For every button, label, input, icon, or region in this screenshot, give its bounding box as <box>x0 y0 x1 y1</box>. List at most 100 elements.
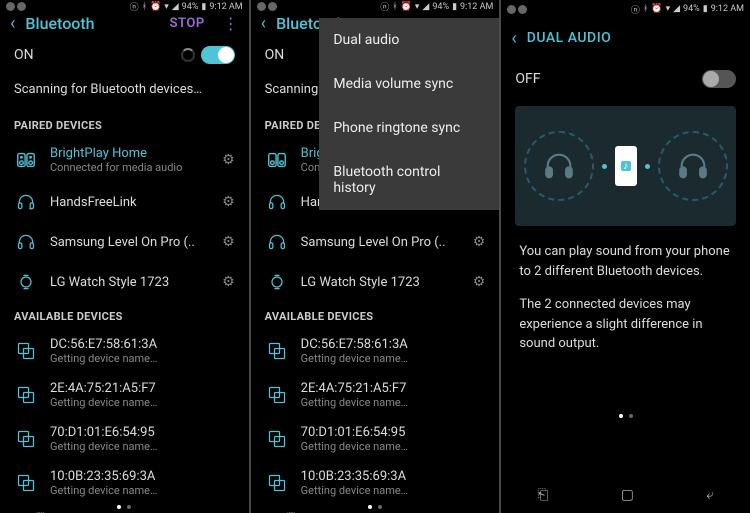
pager <box>0 505 249 509</box>
toggle-switch[interactable] <box>201 46 235 64</box>
battery-icon: ▮ <box>201 2 206 12</box>
paired-device[interactable]: Samsung Level On Pro (.. ⚙ <box>251 222 500 262</box>
signal-icon: ◢ <box>422 2 429 12</box>
available-header: AVAILABLE DEVICES <box>251 302 500 329</box>
connector-dot <box>645 164 650 169</box>
screen-bluetooth: ⓝ ᚼ ⏰ ▾ ◢ 94% ▮ 9:12 AM ‹ Bluetooth STOP… <box>0 0 249 513</box>
device-name: 70:D1:01:E6:54:95 <box>50 425 235 440</box>
signal-icon: ◢ <box>172 2 179 12</box>
nav-bar: ⎗ ▢ ⤶ <box>501 477 750 513</box>
overflow-menu: Dual audio Media volume sync Phone ringt… <box>319 18 499 210</box>
gear-icon[interactable]: ⚙ <box>473 234 486 250</box>
device-sub: Connected for media audio <box>50 161 210 174</box>
device-name: BrightPlay Home <box>50 146 210 161</box>
watch-icon <box>265 270 289 294</box>
bluetooth-icon: ᚼ <box>142 2 147 12</box>
speaker-icon <box>265 148 289 172</box>
alarm-icon: ⏰ <box>651 4 662 14</box>
header: ‹ Bluetooth STOP ⋮ <box>0 13 249 34</box>
mirror-icon <box>14 383 38 407</box>
alarm-icon: ⏰ <box>401 2 412 12</box>
headset-icon <box>14 190 38 214</box>
device-name: DC:56:E7:58:61:3A <box>50 337 235 352</box>
gear-icon[interactable]: ⚙ <box>222 274 235 290</box>
status-bar: ⓝ ᚼ ⏰ ▾ ◢ 94% ▮ 9:12 AM <box>251 0 500 13</box>
device-name: HandsFreeLink <box>50 195 210 210</box>
menu-phone-ringtone-sync[interactable]: Phone ringtone sync <box>319 106 499 150</box>
paired-device[interactable]: LG Watch Style 1723 ⚙ <box>251 262 500 302</box>
screen-bluetooth-menu: ⓝ ᚼ ⏰ ▾ ◢ 94% ▮ 9:12 AM ‹ Bluetooth ON S… <box>251 0 500 513</box>
battery-pct: 94% <box>432 2 449 12</box>
device-name: DC:56:E7:58:61:3A <box>301 337 486 352</box>
gear-icon[interactable]: ⚙ <box>222 234 235 250</box>
back-icon[interactable]: ‹ <box>511 28 516 49</box>
connector-dot <box>602 164 607 169</box>
header: ‹ DUAL AUDIO <box>501 18 750 58</box>
watch-icon <box>14 270 38 294</box>
back-icon[interactable]: ‹ <box>10 13 15 34</box>
device-sub: Getting device name… <box>301 396 486 409</box>
bluetooth-icon: ᚼ <box>643 4 648 14</box>
signal-icon: ◢ <box>673 4 680 14</box>
available-device[interactable]: 10:0B:23:35:69:3AGetting device name… <box>251 461 500 505</box>
scanning-text: Scanning for Bluetooth devices… <box>0 76 249 111</box>
gear-icon[interactable]: ⚙ <box>222 152 235 168</box>
headphones-icon <box>265 230 289 254</box>
menu-bt-control-history[interactable]: Bluetooth control history <box>319 150 499 210</box>
available-header: AVAILABLE DEVICES <box>0 302 249 329</box>
home-button[interactable]: ▢ <box>621 487 634 503</box>
more-icon[interactable]: ⋮ <box>223 14 239 33</box>
page-title: DUAL AUDIO <box>527 30 740 46</box>
available-device[interactable]: 70:D1:01:E6:54:95Getting device name… <box>0 417 249 461</box>
paired-device[interactable]: BrightPlay Home Connected for media audi… <box>0 138 249 182</box>
dual-audio-illustration <box>515 106 736 226</box>
clock: 9:12 AM <box>460 2 493 12</box>
paired-device[interactable]: HandsFreeLink ⚙ <box>0 182 249 222</box>
wifi-icon: ▾ <box>415 2 420 12</box>
toggle-label: OFF <box>515 71 540 87</box>
menu-media-volume-sync[interactable]: Media volume sync <box>319 62 499 106</box>
headset-icon <box>265 190 289 214</box>
available-device[interactable]: 70:D1:01:E6:54:95Getting device name… <box>251 417 500 461</box>
device-sub: Getting device name… <box>50 396 235 409</box>
device-sub: Getting device name… <box>301 440 486 453</box>
bluetooth-toggle-row[interactable]: ON <box>0 34 249 76</box>
alarm-icon: ⏰ <box>150 2 161 12</box>
mirror-icon <box>265 427 289 451</box>
available-device[interactable]: 2E:4A:75:21:A5:F7Getting device name… <box>0 373 249 417</box>
wifi-icon: ▾ <box>164 2 169 12</box>
dual-audio-toggle-row[interactable]: OFF <box>501 58 750 100</box>
back-button[interactable]: ⤶ <box>706 487 714 503</box>
paired-device[interactable]: Samsung Level On Pro (.. ⚙ <box>0 222 249 262</box>
device-sub: Getting device name… <box>301 484 486 497</box>
battery-icon: ▮ <box>452 2 457 12</box>
screen-dual-audio: ⓝ ᚼ ⏰ ▾ ◢ 94% ▮ 9:12 AM ‹ DUAL AUDIO OFF… <box>501 0 750 513</box>
device-name: LG Watch Style 1723 <box>50 275 210 290</box>
mirror-icon <box>265 383 289 407</box>
battery-pct: 94% <box>182 2 199 12</box>
dual-audio-desc-2: The 2 connected devices may experience a… <box>501 293 750 366</box>
device-name: 2E:4A:75:21:A5:F7 <box>301 381 486 396</box>
battery-pct: 94% <box>683 4 700 14</box>
gear-icon[interactable]: ⚙ <box>473 274 486 290</box>
available-device[interactable]: 10:0B:23:35:69:3AGetting device name… <box>0 461 249 505</box>
available-device[interactable]: DC:56:E7:58:61:3AGetting device name… <box>251 329 500 373</box>
menu-dual-audio[interactable]: Dual audio <box>319 18 499 62</box>
available-device[interactable]: 2E:4A:75:21:A5:F7Getting device name… <box>251 373 500 417</box>
available-device[interactable]: DC:56:E7:58:61:3AGetting device name… <box>0 329 249 373</box>
back-icon[interactable]: ‹ <box>261 13 266 34</box>
toggle-switch[interactable] <box>702 70 736 88</box>
device-name: 10:0B:23:35:69:3A <box>50 469 235 484</box>
mirror-icon <box>14 471 38 495</box>
nfc-icon: ⓝ <box>380 0 389 13</box>
pager <box>501 414 750 426</box>
wifi-icon: ▾ <box>666 4 671 14</box>
stop-button[interactable]: STOP <box>170 16 205 31</box>
recents-button[interactable]: ⎗ <box>537 487 548 503</box>
mirror-icon <box>265 471 289 495</box>
gear-icon[interactable]: ⚙ <box>222 194 235 210</box>
device-name: 70:D1:01:E6:54:95 <box>301 425 486 440</box>
paired-header: PAIRED DEVICES <box>0 111 249 138</box>
paired-device[interactable]: LG Watch Style 1723 ⚙ <box>0 262 249 302</box>
mirror-icon <box>265 339 289 363</box>
